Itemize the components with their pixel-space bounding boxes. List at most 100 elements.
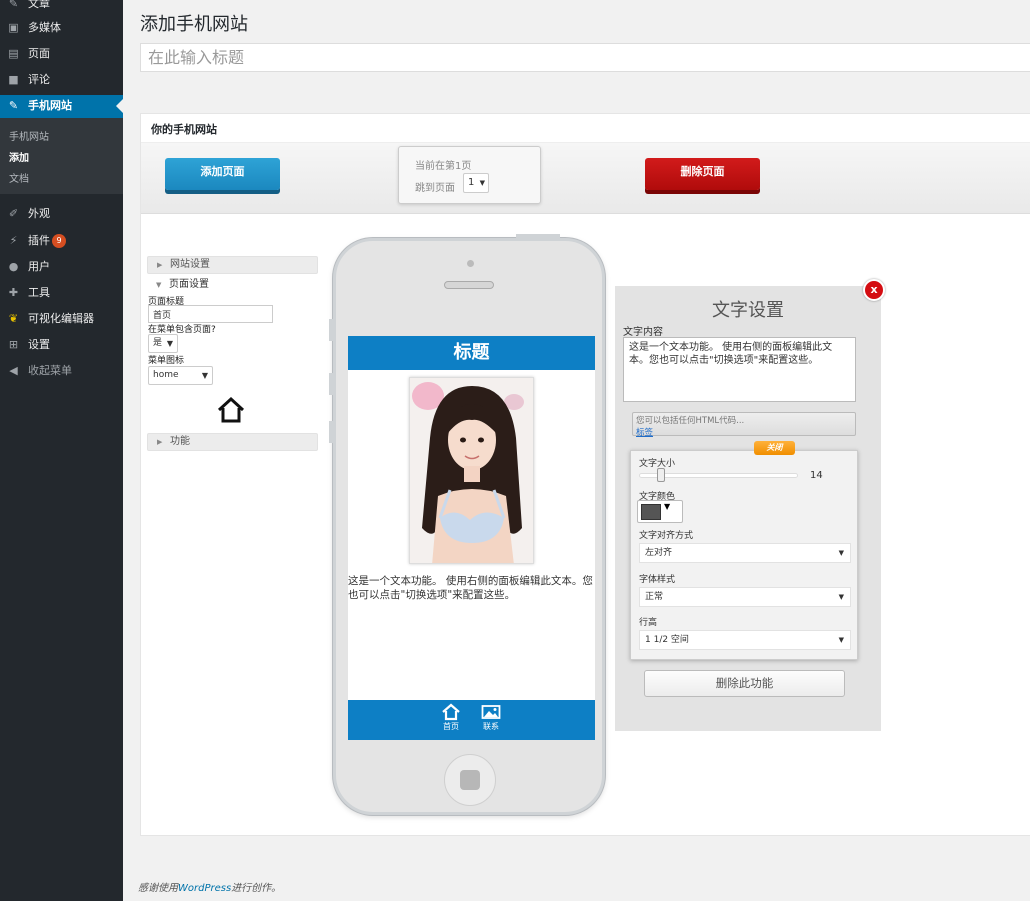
mobile-nav-label: 联系 xyxy=(483,722,499,731)
sidebar-item-appearance[interactable]: ✐ 外观 xyxy=(0,203,123,225)
text-color-swatch xyxy=(641,504,661,520)
home-icon xyxy=(217,396,245,423)
sidebar-item-label: 可视化编辑器 xyxy=(28,312,94,325)
chevron-down-icon: ▼ xyxy=(838,593,844,601)
mobile-site-panel: 你的手机网站 添加页面 当前在第1页 跳到页面 1 ▼ 删除页面 ▶ 网站设置 … xyxy=(140,113,1030,836)
add-page-button[interactable]: 添加页面 xyxy=(165,158,280,190)
sidebar-item-posts[interactable]: ✎ 文章 xyxy=(0,0,123,15)
pin-icon: ✎ xyxy=(8,99,19,112)
collapse-icon: ◀ xyxy=(9,364,18,377)
page-title-field[interactable] xyxy=(148,305,273,323)
submenu-item-add[interactable]: 添加 xyxy=(9,149,29,164)
page-settings-accordion[interactable]: ▼ 页面设置 xyxy=(147,277,318,295)
sidebar-item-label: 插件 xyxy=(28,234,50,247)
chevron-down-icon: ▼ xyxy=(479,179,485,187)
page-navigator: 当前在第1页 跳到页面 1 ▼ xyxy=(398,146,541,204)
accordion-label: 功能 xyxy=(170,436,190,447)
menu-icon-value: home xyxy=(153,370,179,380)
admin-footer: 感谢使用WordPress进行创作。 xyxy=(138,879,281,894)
site-settings-accordion[interactable]: ▶ 网站设置 xyxy=(147,256,318,274)
pin-icon: ✎ xyxy=(8,0,19,10)
text-settings-panel: 文字设置 文字内容 这是一个文本功能。 使用右侧的面板编辑此文本。您也可以点击"… xyxy=(615,286,881,731)
sidebar-item-tools[interactable]: ✚ 工具 xyxy=(0,282,123,304)
title-input[interactable] xyxy=(140,43,1030,72)
plug-icon: ⚡ xyxy=(9,234,18,247)
accordion-label: 网站设置 xyxy=(170,259,210,270)
settings-icon: ⊞ xyxy=(8,338,19,351)
page-title: 添加手机网站 xyxy=(140,14,248,35)
mobile-page-header[interactable]: 标题 xyxy=(348,336,595,370)
sidebar-item-label: 收起菜单 xyxy=(28,364,72,377)
line-height-value: 1 1/2 空间 xyxy=(645,635,689,645)
menu-icon-select[interactable]: home ▼ xyxy=(148,366,213,385)
sidebar-item-plugins[interactable]: ⚡ 插件 9 xyxy=(0,230,123,252)
functions-accordion[interactable]: ▶ 功能 xyxy=(147,433,318,451)
panel-title: 你的手机网站 xyxy=(141,114,1030,143)
chevron-down-icon: ▼ xyxy=(201,371,208,380)
jump-page-select[interactable]: 1 ▼ xyxy=(463,173,489,193)
text-align-value: 左对齐 xyxy=(645,548,673,558)
submenu-item-mobile-site[interactable]: 手机网站 xyxy=(9,128,49,143)
sidebar-item-users[interactable]: ● 用户 xyxy=(0,256,123,278)
caret-down-icon: ▼ xyxy=(664,502,671,511)
sidebar-item-label: 设置 xyxy=(28,338,50,351)
caret-right-icon: ▶ xyxy=(157,438,163,446)
caret-down-icon: ▼ xyxy=(156,281,162,289)
delete-function-button[interactable]: 删除此功能 xyxy=(644,670,845,697)
phone-preview: 标题 这是一个文本功能。 使用右侧的面板编辑此文本。您也可以点击"切换选项"来配… xyxy=(329,234,605,815)
menu-icon-label: 菜单图标 xyxy=(148,356,185,366)
mobile-text-block[interactable]: 这是一个文本功能。 使用右侧的面板编辑此文本。您也可以点击"切换选项"来配置这些… xyxy=(348,574,595,602)
font-size-slider-thumb[interactable] xyxy=(657,468,666,482)
font-style-select[interactable]: 正常 ▼ xyxy=(639,587,851,607)
font-size-value: 14 xyxy=(810,470,823,481)
toggle-options-button[interactable]: 关闭 xyxy=(754,441,795,455)
sidebar-item-pages[interactable]: ▤ 页面 xyxy=(0,43,123,65)
html-hint-box: 您可以包括任何HTML代码... 标签 xyxy=(632,412,856,438)
sidebar-item-mobile-site[interactable]: ✎ 手机网站 xyxy=(0,95,123,118)
text-align-select[interactable]: 左对齐 ▼ xyxy=(639,543,851,563)
sidebar-item-label: 外观 xyxy=(28,207,50,220)
chevron-down-icon: ▼ xyxy=(838,636,844,644)
mobile-nav-home[interactable]: 首页 xyxy=(436,703,466,732)
text-color-picker[interactable]: ▼ xyxy=(637,500,683,523)
phone-home-button[interactable] xyxy=(444,754,496,806)
html-tags-link[interactable]: 标签 xyxy=(636,426,852,438)
line-height-select[interactable]: 1 1/2 空间 ▼ xyxy=(639,630,851,650)
text-content-label: 文字内容 xyxy=(623,327,663,338)
collapse-menu-button[interactable]: ◀ 收起菜单 xyxy=(0,360,123,382)
sidebar-item-comments[interactable]: ■ 评论 xyxy=(0,69,123,91)
wordpress-link[interactable]: WordPress xyxy=(178,883,231,894)
in-menu-value: 是 xyxy=(153,338,163,348)
delete-page-button[interactable]: 删除页面 xyxy=(645,158,760,190)
caret-right-icon: ▶ xyxy=(157,261,163,269)
mobile-photo[interactable] xyxy=(409,377,534,564)
submenu-item-docs[interactable]: 文档 xyxy=(9,170,29,185)
sidebar-item-visual-editor[interactable]: ❦ 可视化编辑器 xyxy=(0,308,123,330)
text-options-box: 文字大小 14 文字颜色 ▼ 文字对齐方式 左对齐 ▼ 字体样式 正常 ▼ 行高… xyxy=(630,450,858,660)
text-align-label: 文字对齐方式 xyxy=(639,531,694,541)
close-icon[interactable]: x xyxy=(863,279,885,301)
mobile-nav-label: 首页 xyxy=(443,722,459,731)
chevron-down-icon: ▼ xyxy=(838,549,844,557)
text-content-field[interactable]: 这是一个文本功能。 使用右侧的面板编辑此文本。您也可以点击"切换选项"来配置这些… xyxy=(623,337,856,402)
sidebar-item-settings[interactable]: ⊞ 设置 xyxy=(0,334,123,356)
mobile-nav-contact[interactable]: 联系 xyxy=(476,703,506,732)
sidebar-item-media[interactable]: ▣ 多媒体 xyxy=(0,17,123,39)
phone-home-button-square xyxy=(460,770,480,790)
text-settings-title: 文字设置 xyxy=(712,300,784,321)
font-size-label: 文字大小 xyxy=(639,459,676,469)
plugin-update-badge: 9 xyxy=(52,234,66,248)
sidebar-item-label: 文章 xyxy=(28,0,50,10)
in-menu-select[interactable]: 是 ▼ xyxy=(148,334,178,353)
phone-volume-up xyxy=(329,373,333,395)
mobile-bottom-nav: 首页 联系 xyxy=(348,700,595,740)
user-icon: ● xyxy=(8,260,19,273)
home-icon xyxy=(442,703,460,721)
page-toolbar: 添加页面 当前在第1页 跳到页面 1 ▼ 删除页面 xyxy=(141,143,1030,214)
phone-screen: 标题 这是一个文本功能。 使用右侧的面板编辑此文本。您也可以点击"切换选项"来配… xyxy=(348,336,595,740)
phone-speaker xyxy=(444,281,494,289)
sidebar-item-label: 手机网站 xyxy=(28,99,72,112)
accordion-label: 页面设置 xyxy=(169,279,209,290)
jump-page-value: 1 xyxy=(468,177,475,188)
current-page-text: 当前在第1页 xyxy=(415,161,472,172)
